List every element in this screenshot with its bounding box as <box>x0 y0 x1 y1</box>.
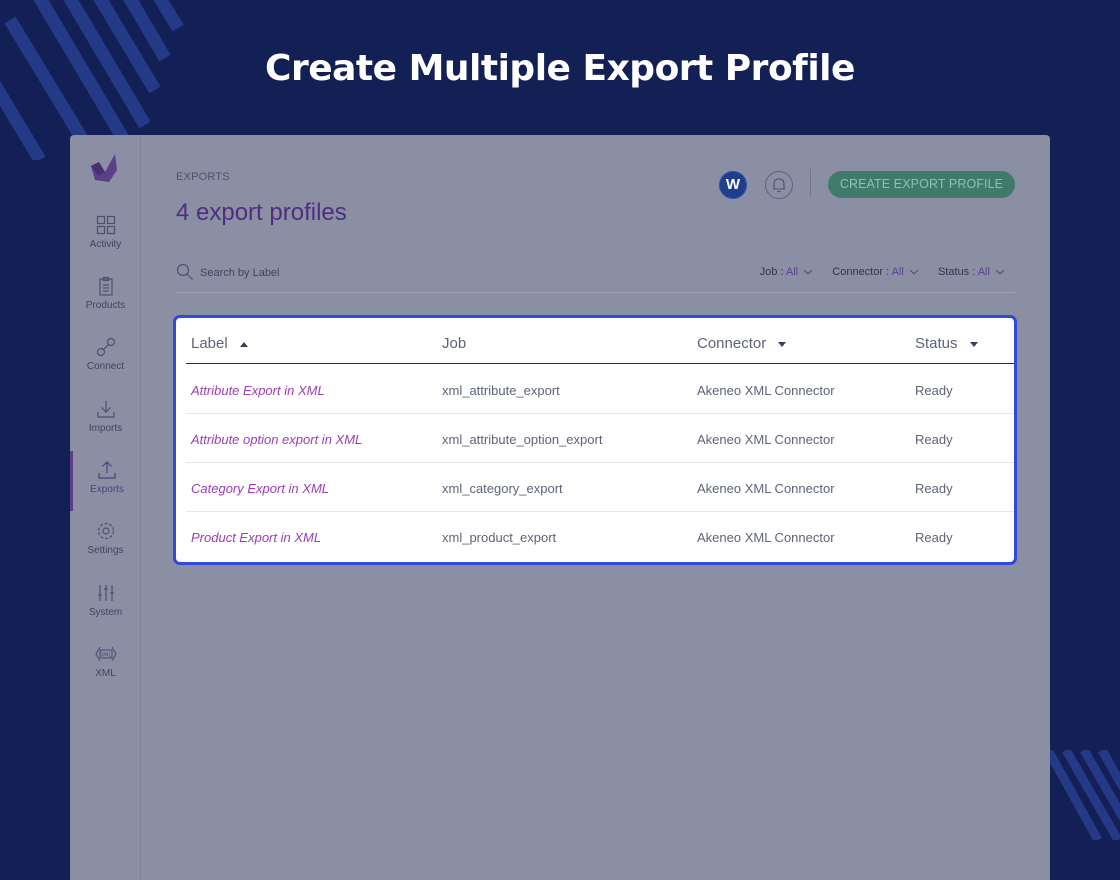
chevron-down-icon <box>803 269 813 275</box>
sidebar-item-exports[interactable]: Exports <box>70 451 141 511</box>
gear-icon <box>97 522 114 540</box>
page-title: 4 export profiles <box>176 199 347 226</box>
cell-connector: Akeneo XML Connector <box>697 481 835 496</box>
filter-value: All <box>785 266 799 278</box>
user-avatar-badge[interactable]: W <box>719 171 747 199</box>
sidebar-item-label: Connect <box>86 361 125 372</box>
cell-connector: Akeneo XML Connector <box>697 383 835 398</box>
app-window: Activity Products Connect Imports Export… <box>70 135 1050 880</box>
search-icon <box>176 263 193 280</box>
cell-job: xml_attribute_option_export <box>442 432 603 447</box>
table-header: Label Job Connector Status <box>186 318 1014 364</box>
column-header-connector[interactable]: Connector <box>697 335 787 352</box>
filter-name: Connector <box>832 266 884 278</box>
sidebar-item-activity[interactable]: Activity <box>70 215 141 273</box>
notifications-button[interactable] <box>765 171 793 199</box>
export-profiles-table: Label Job Connector Status Attribute Exp… <box>173 315 1017 565</box>
caret-down-icon <box>969 341 978 347</box>
search-input[interactable] <box>200 263 460 283</box>
column-header-job[interactable]: Job <box>442 335 466 352</box>
sidebar-item-label: Exports <box>90 484 124 495</box>
cell-status: Ready <box>915 383 953 398</box>
sidebar-item-label: XML <box>95 668 116 679</box>
sidebar-item-label: System <box>88 607 123 618</box>
cell-label[interactable]: Category Export in XML <box>191 481 329 496</box>
main-content: EXPORTS 4 export profiles W CREATE EXPOR… <box>173 135 1017 880</box>
cell-status: Ready <box>915 481 953 496</box>
svg-text:XML: XML <box>100 653 111 659</box>
table-row[interactable]: Attribute Export in XML xml_attribute_ex… <box>186 365 1014 414</box>
connect-icon <box>96 337 115 357</box>
sidebar-item-label: Activity <box>89 239 122 250</box>
sidebar-item-label: Settings <box>87 545 124 556</box>
filter-status[interactable]: Status : All <box>938 266 1005 278</box>
sidebar-item-settings[interactable]: Settings <box>70 521 141 579</box>
bell-icon <box>773 178 785 193</box>
sidebar-item-xml[interactable]: XML XML <box>70 644 141 702</box>
table-row[interactable]: Product Export in XML xml_product_export… <box>186 512 1014 561</box>
sidebar-item-system[interactable]: System <box>70 583 141 641</box>
grid-icon <box>96 215 115 235</box>
xml-icon: XML <box>94 646 117 662</box>
download-icon <box>96 401 115 418</box>
table-row[interactable]: Attribute option export in XML xml_attri… <box>186 414 1014 463</box>
upload-icon <box>98 461 116 479</box>
cell-label[interactable]: Attribute Export in XML <box>191 383 325 398</box>
decorative-stripes-bottom-right <box>1048 750 1120 840</box>
sidebar-item-label: Imports <box>88 423 123 434</box>
filter-job[interactable]: Job : All <box>760 266 814 278</box>
sidebar-item-connect[interactable]: Connect <box>70 337 141 395</box>
caret-down-icon <box>778 341 787 347</box>
cell-job: xml_product_export <box>442 530 557 545</box>
sidebar-item-products[interactable]: Products <box>70 276 141 334</box>
cell-status: Ready <box>915 530 953 545</box>
table-row[interactable]: Category Export in XML xml_category_expo… <box>186 463 1014 512</box>
sliders-icon <box>97 585 114 601</box>
filter-connector[interactable]: Connector : All <box>832 266 919 278</box>
filter-value: All <box>891 266 904 278</box>
akeneo-logo <box>89 152 121 184</box>
hero-title: Create Multiple Export Profile <box>265 48 855 89</box>
chevron-down-icon <box>909 269 919 275</box>
cell-job: xml_attribute_export <box>442 383 560 398</box>
header-divider <box>810 169 811 197</box>
filters-bar: Job : All Connector : All Status : All <box>744 266 1005 278</box>
chevron-down-icon <box>995 269 1005 275</box>
column-header-label[interactable]: Label <box>191 335 248 352</box>
column-header-status[interactable]: Status <box>915 335 978 352</box>
cell-label[interactable]: Product Export in XML <box>191 530 321 545</box>
sidebar: Activity Products Connect Imports Export… <box>70 135 141 880</box>
create-export-profile-button[interactable]: CREATE EXPORT PROFILE <box>828 171 1015 198</box>
cell-job: xml_category_export <box>442 481 563 496</box>
filter-value: All <box>977 266 990 278</box>
sidebar-item-imports[interactable]: Imports <box>70 399 141 457</box>
cell-status: Ready <box>915 432 953 447</box>
clipboard-icon <box>98 276 113 296</box>
sidebar-item-label: Products <box>85 300 126 311</box>
cell-connector: Akeneo XML Connector <box>697 432 835 447</box>
search-divider <box>176 292 1015 293</box>
cell-connector: Akeneo XML Connector <box>697 530 835 545</box>
cell-label[interactable]: Attribute option export in XML <box>191 432 362 447</box>
filter-name: Job <box>759 266 778 278</box>
filter-name: Status <box>937 266 970 278</box>
search-bar <box>176 261 476 285</box>
breadcrumb[interactable]: EXPORTS <box>176 171 230 183</box>
sort-ascending-icon <box>239 341 248 347</box>
